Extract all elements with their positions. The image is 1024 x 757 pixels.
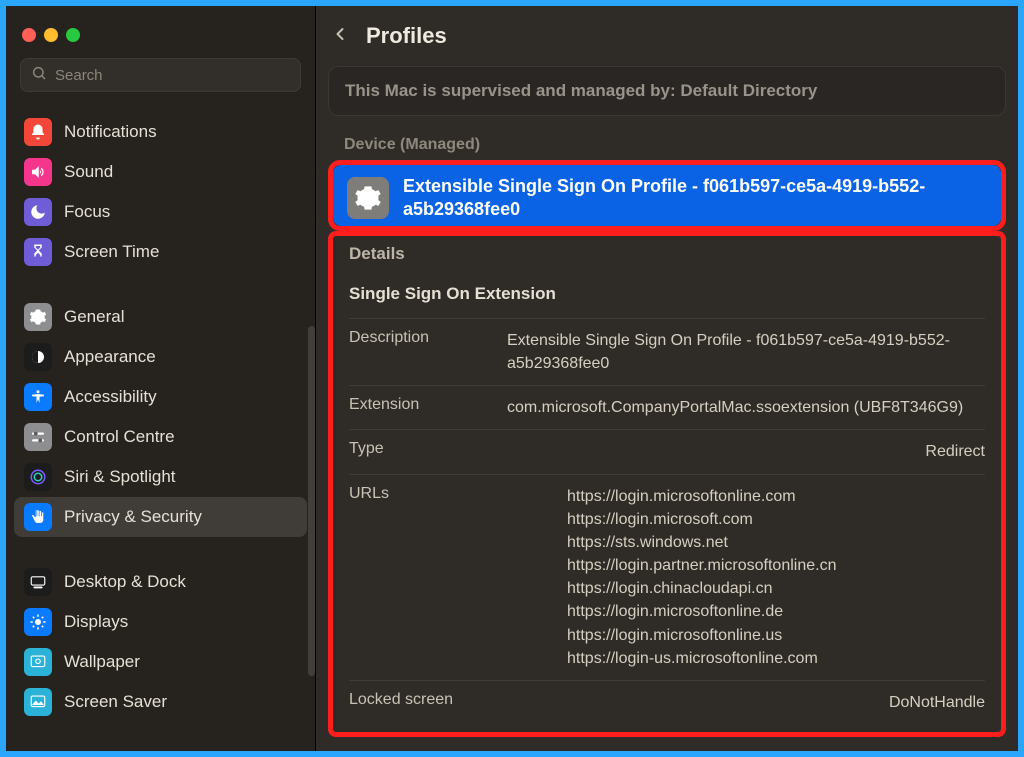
sidebar-item-focus[interactable]: Focus (14, 192, 307, 232)
sidebar-item-label: Focus (64, 202, 110, 222)
sidebar-item-label: General (64, 307, 124, 327)
url-entry: https://login.microsoftonline.com (567, 485, 985, 508)
locked-value: DoNotHandle (507, 691, 985, 714)
sidebar-item-label: Sound (64, 162, 113, 182)
url-entry: https://login-us.microsoftonline.com (567, 647, 985, 670)
details-title: Single Sign On Extension (349, 278, 985, 318)
hand-icon (24, 503, 52, 531)
profile-row[interactable]: Extensible Single Sign On Profile - f061… (333, 165, 1001, 226)
sidebar-scrollbar[interactable] (308, 326, 315, 676)
siri-icon (24, 463, 52, 491)
search-icon (31, 65, 47, 86)
sidebar-item-notifications[interactable]: Notifications (14, 112, 307, 152)
search-box[interactable] (20, 58, 301, 92)
highlight-details: Details Single Sign On Extension Descrip… (328, 231, 1006, 737)
sidebar-item-general[interactable]: General (14, 297, 307, 337)
search-input[interactable] (55, 67, 290, 84)
type-key: Type (349, 440, 507, 463)
window-controls (6, 14, 315, 52)
row-urls: URLs https://login.microsoftonline.comht… (349, 474, 985, 681)
sidebar-item-accessibility[interactable]: Accessibility (14, 377, 307, 417)
section-device-managed: Device (Managed) (328, 130, 1006, 160)
sidebar-item-screen-saver[interactable]: Screen Saver (14, 682, 307, 722)
sidebar-item-label: Screen Time (64, 242, 159, 262)
sidebar-item-desktop-dock[interactable]: Desktop & Dock (14, 562, 307, 602)
close-window-button[interactable] (22, 28, 36, 42)
profile-gear-icon (347, 177, 389, 219)
description-value: Extensible Single Sign On Profile - f061… (507, 329, 985, 375)
sidebar-item-label: Notifications (64, 122, 157, 142)
sidebar-item-label: Wallpaper (64, 652, 140, 672)
dock-icon (24, 568, 52, 596)
extension-value: com.microsoft.CompanyPortalMac.ssoextens… (507, 396, 985, 419)
supervision-text: This Mac is supervised and managed by: D… (345, 81, 817, 100)
url-entry: https://sts.windows.net (567, 531, 985, 554)
page-title: Profiles (366, 23, 447, 49)
row-extension: Extension com.microsoft.CompanyPortalMac… (349, 385, 985, 429)
back-button[interactable] (330, 24, 350, 49)
moon-icon (24, 198, 52, 226)
accessibility-icon (24, 383, 52, 411)
sidebar-item-label: Screen Saver (64, 692, 167, 712)
bell-icon (24, 118, 52, 146)
urls-key: URLs (349, 485, 507, 671)
profile-name: Extensible Single Sign On Profile - f061… (403, 175, 987, 222)
sidebar-item-label: Control Centre (64, 427, 175, 447)
urls-list: https://login.microsoftonline.comhttps:/… (507, 485, 985, 671)
hourglass-icon (24, 238, 52, 266)
url-entry: https://login.microsoftonline.us (567, 624, 985, 647)
sidebar-item-appearance[interactable]: Appearance (14, 337, 307, 377)
sidebar-item-label: Displays (64, 612, 128, 632)
highlight-profile: Extensible Single Sign On Profile - f061… (328, 160, 1006, 231)
row-type: Type Redirect (349, 429, 985, 473)
content-pane: Profiles This Mac is supervised and mana… (316, 6, 1018, 751)
sidebar-item-control-centre[interactable]: Control Centre (14, 417, 307, 457)
url-entry: https://login.partner.microsoftonline.cn (567, 554, 985, 577)
details-header: Details (333, 236, 1001, 278)
wallpaper-icon (24, 648, 52, 676)
sidebar-item-privacy-security[interactable]: Privacy & Security (14, 497, 307, 537)
row-locked-screen: Locked screen DoNotHandle (349, 680, 985, 724)
sidebar: Notifications Sound Focus Screen Time (6, 6, 316, 751)
sidebar-item-wallpaper[interactable]: Wallpaper (14, 642, 307, 682)
sliders-icon (24, 423, 52, 451)
speaker-icon (24, 158, 52, 186)
sidebar-item-label: Desktop & Dock (64, 572, 186, 592)
url-entry: https://login.microsoft.com (567, 508, 985, 531)
supervision-banner: This Mac is supervised and managed by: D… (328, 66, 1006, 116)
row-description: Description Extensible Single Sign On Pr… (349, 318, 985, 385)
fullscreen-window-button[interactable] (66, 28, 80, 42)
description-key: Description (349, 329, 507, 375)
sidebar-item-screen-time[interactable]: Screen Time (14, 232, 307, 272)
type-value: Redirect (507, 440, 985, 463)
gear-icon (24, 303, 52, 331)
appearance-icon (24, 343, 52, 371)
extension-key: Extension (349, 396, 507, 419)
sidebar-item-label: Privacy & Security (64, 507, 202, 527)
sidebar-item-sound[interactable]: Sound (14, 152, 307, 192)
url-entry: https://login.microsoftonline.de (567, 600, 985, 623)
brightness-icon (24, 608, 52, 636)
url-entry: https://login.chinacloudapi.cn (567, 577, 985, 600)
screensaver-icon (24, 688, 52, 716)
sidebar-item-displays[interactable]: Displays (14, 602, 307, 642)
sidebar-item-siri-spotlight[interactable]: Siri & Spotlight (14, 457, 307, 497)
sidebar-item-label: Accessibility (64, 387, 157, 407)
sidebar-item-label: Appearance (64, 347, 156, 367)
sidebar-item-label: Siri & Spotlight (64, 467, 176, 487)
locked-key: Locked screen (349, 691, 507, 714)
minimize-window-button[interactable] (44, 28, 58, 42)
